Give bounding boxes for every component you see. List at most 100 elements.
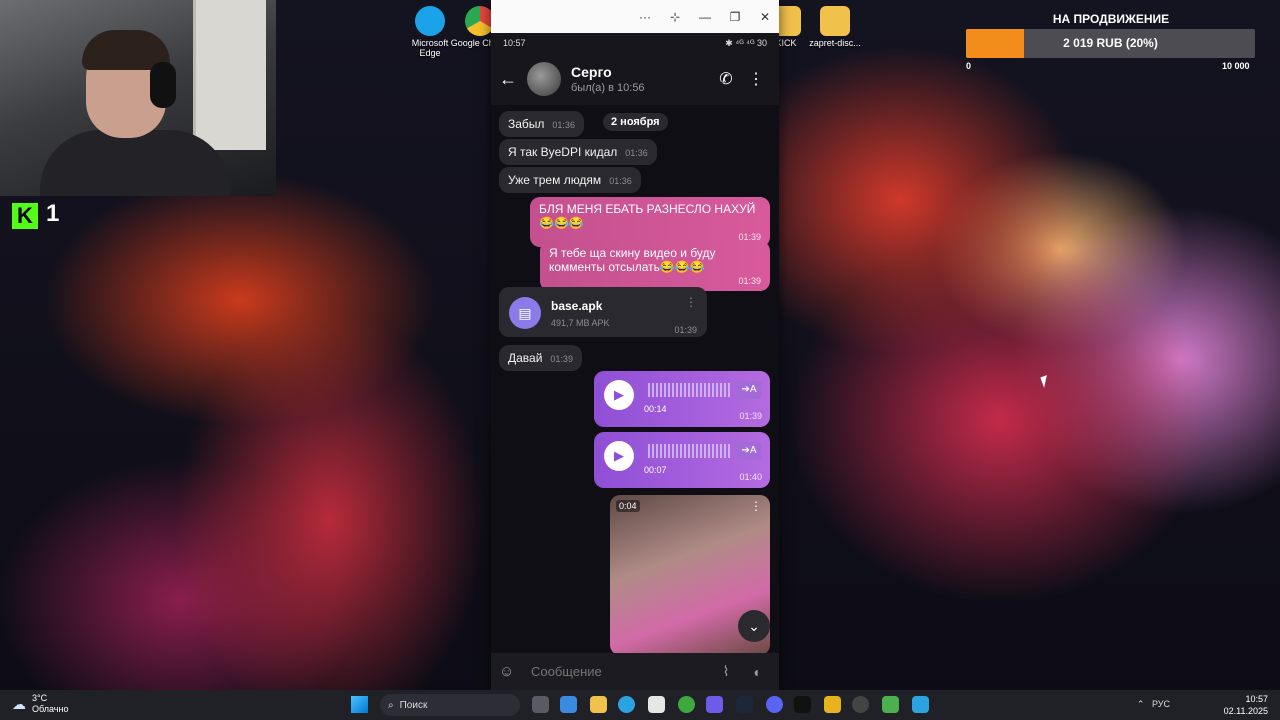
file-explorer-icon[interactable] — [590, 696, 607, 713]
search-icon: ⌕ — [388, 699, 394, 711]
system-tray[interactable]: ⌃ РУС — [1137, 699, 1170, 710]
voice-duration: 00:14 — [644, 404, 667, 414]
language-indicator[interactable]: РУС — [1152, 699, 1170, 709]
promo-min-label: 0 — [966, 61, 972, 71]
windows-start-icon[interactable] — [351, 696, 368, 713]
document-icon[interactable]: ▤ — [509, 297, 541, 329]
phone-status-bar: 10:57 ✱ ⁴ᴳ ⁴ᴳ 30 — [491, 33, 779, 53]
message-list[interactable]: Забыл 01:36 2 ноября Я так ByeDPI кидал 01… — [491, 105, 779, 653]
transcribe-button[interactable]: ➔A — [736, 381, 762, 399]
folder-icon — [820, 6, 850, 36]
viewer-count: 1 — [46, 200, 60, 227]
telegram-window: ··· ⊹ — ❐ ✕ 10:57 ✱ ⁴ᴳ ⁴ᴳ 30 ← Серго был… — [491, 0, 779, 690]
pin-icon[interactable]: ⊹ — [667, 10, 683, 24]
weather-condition: Облачно — [32, 704, 69, 714]
clock-time: 10:57 — [1245, 694, 1268, 704]
scroll-down-icon[interactable]: ⌄ — [738, 610, 770, 642]
message-time: 01:39 — [674, 325, 697, 335]
webcam-overlay — [0, 0, 276, 196]
telegram-taskbar-icon[interactable] — [912, 696, 929, 713]
webcam-shelf — [193, 0, 266, 150]
message-input[interactable] — [529, 663, 711, 680]
steam-icon[interactable] — [736, 696, 753, 713]
incoming-message[interactable]: Уже трем людям 01:36 — [499, 167, 641, 193]
phone-call-icon[interactable]: ✆ — [711, 69, 741, 89]
message-time: 01:36 — [552, 120, 575, 130]
close-button[interactable]: ✕ — [757, 10, 773, 24]
kebab-menu-icon[interactable]: ⋮ — [741, 69, 771, 89]
more-options-icon[interactable]: ··· — [637, 10, 653, 24]
obs-icon[interactable] — [794, 696, 811, 713]
headphones — [150, 62, 176, 108]
incoming-message[interactable]: Забыл 01:36 — [499, 111, 584, 137]
file-size: 491,7 MB APK — [551, 318, 610, 328]
transcribe-button[interactable]: ➔A — [736, 442, 762, 460]
xbox-icon[interactable] — [678, 696, 695, 713]
video-duration: 0:04 — [616, 500, 640, 512]
desktop-icon-zapret-folder[interactable]: zapret-disc... — [805, 6, 865, 48]
promo-progress-text: 2 019 RUB (20%) — [1063, 36, 1158, 50]
promo-progress-bar: 2 019 RUB (20%) — [966, 29, 1255, 58]
file-message[interactable]: ▤ base.apk 491,7 MB APK 01:39 ⋮ — [499, 287, 707, 337]
message-text: БЛЯ МЕНЯ ЕБАТЬ РАЗНЕСЛО НАХУЙ 😂😂😂 — [539, 202, 756, 230]
incoming-message[interactable]: Я так ByeDPI кидал 01:36 — [499, 139, 657, 165]
emoji-icon[interactable]: ☺ — [499, 663, 523, 680]
cloud-icon: ☁ — [12, 695, 26, 712]
message-time: 01:40 — [739, 472, 762, 482]
telegram-taskbar-icon[interactable] — [618, 696, 635, 713]
taskbar-clock[interactable]: 10:57 02.11.2025 — [1224, 693, 1268, 717]
app-icon[interactable] — [882, 696, 899, 713]
outgoing-message[interactable]: Я тебе ща скину видео и буду комменты от… — [540, 241, 770, 291]
message-time: 01:39 — [738, 276, 761, 286]
file-name: base.apk — [551, 299, 603, 313]
message-text: Давай — [508, 351, 543, 365]
contact-status: был(а) в 10:56 — [571, 82, 645, 94]
yandex-browser-icon[interactable] — [648, 696, 665, 713]
desktop-icon-label: zapret-disc... — [809, 38, 861, 48]
edge-icon — [415, 6, 445, 36]
composer: ☺ ⌇ ◖ — [491, 653, 779, 690]
taskbar-search[interactable]: ⌕ Поиск — [380, 694, 520, 716]
incoming-message[interactable]: Давай 01:39 — [499, 345, 582, 371]
message-text: Уже трем людям — [508, 173, 602, 187]
video-menu-icon[interactable]: ⋮ — [750, 499, 762, 513]
message-text: Я тебе ща скину видео и буду комменты от… — [549, 246, 716, 274]
store-icon[interactable] — [560, 696, 577, 713]
file-menu-icon[interactable]: ⋮ — [685, 295, 697, 309]
promo-max-label: 10 000 — [1222, 61, 1250, 71]
play-icon[interactable]: ▶ — [604, 380, 634, 410]
message-time: 01:39 — [550, 354, 573, 364]
play-icon[interactable]: ▶ — [604, 441, 634, 471]
back-arrow-icon[interactable]: ← — [499, 69, 527, 90]
voice-waveform[interactable] — [648, 444, 732, 458]
microphone-icon[interactable]: ◖ — [741, 664, 771, 680]
kick-logo-icon: K — [12, 203, 38, 229]
app-icon[interactable] — [706, 696, 723, 713]
promo-title: НА ПРОДВИЖЕНИЕ — [1052, 12, 1170, 26]
voice-message[interactable]: ▶ ➔A 00:14 01:39 — [594, 371, 770, 427]
avatar[interactable] — [527, 62, 561, 96]
voice-message[interactable]: ▶ ➔A 00:07 01:40 — [594, 432, 770, 488]
chevron-up-icon[interactable]: ⌃ — [1137, 699, 1145, 709]
chatgpt-icon[interactable] — [852, 696, 869, 713]
maximize-button[interactable]: ❐ — [727, 10, 743, 24]
app-icon[interactable] — [824, 696, 841, 713]
contact-name[interactable]: Серго — [571, 64, 711, 80]
attach-icon[interactable]: ⌇ — [711, 663, 741, 680]
status-time: 10:57 — [503, 38, 526, 48]
status-icons: ✱ ⁴ᴳ ⁴ᴳ 30 — [725, 37, 767, 48]
minimize-button[interactable]: — — [697, 10, 713, 24]
task-view-icon[interactable] — [532, 696, 549, 713]
message-text: Забыл — [508, 117, 545, 131]
search-placeholder: Поиск — [399, 699, 428, 711]
voice-waveform[interactable] — [648, 383, 732, 397]
message-time: 01:39 — [739, 411, 762, 421]
voice-duration: 00:07 — [644, 465, 667, 475]
message-time: 01:36 — [625, 148, 648, 158]
discord-icon[interactable] — [766, 696, 783, 713]
taskbar: ☁ 3°C Облачно ⌕ Поиск ⌃ РУС 10:57 02.11.… — [0, 690, 1280, 720]
outgoing-message[interactable]: БЛЯ МЕНЯ ЕБАТЬ РАЗНЕСЛО НАХУЙ 😂😂😂 01:39 — [530, 197, 770, 247]
message-time: 01:36 — [609, 176, 632, 186]
chat-header: ← Серго был(а) в 10:56 ✆ ⋮ — [491, 53, 779, 105]
weather-widget[interactable]: ☁ 3°C Облачно — [12, 693, 68, 715]
